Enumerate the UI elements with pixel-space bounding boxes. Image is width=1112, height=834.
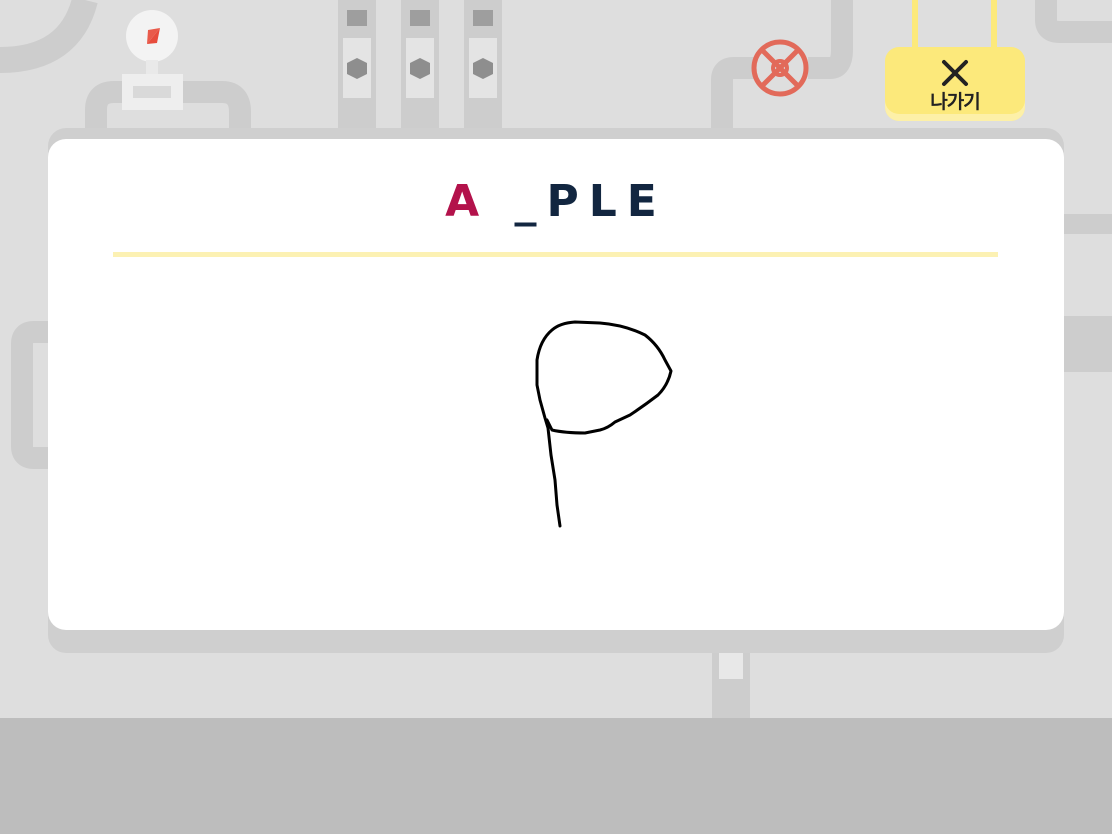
close-icon: [942, 60, 968, 86]
floor: [0, 718, 1112, 834]
compass-gauge-icon: [122, 10, 183, 110]
exit-button[interactable]: 나가기: [885, 0, 1025, 121]
exit-button-label: 나가기: [930, 91, 980, 113]
drawing-canvas[interactable]: [113, 265, 998, 615]
puzzle-word: A _PLE: [0, 176, 1112, 227]
puzzle-first-letter: A: [445, 176, 490, 227]
hanger-right: [991, 0, 997, 50]
writing-baseline: [113, 252, 998, 257]
valve-wheel-icon: [751, 39, 809, 97]
puzzle-word-rest: _PLE: [514, 176, 667, 227]
vertical-pipe-group: [338, 0, 502, 128]
handwritten-stroke: [535, 320, 673, 528]
hanger-left: [912, 0, 918, 50]
